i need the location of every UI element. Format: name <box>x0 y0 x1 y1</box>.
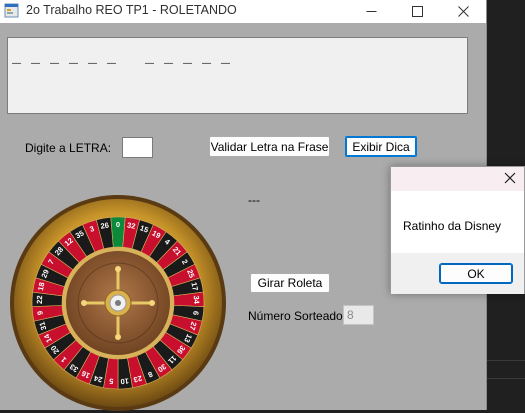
drawn-number-label: Número Sorteado: <box>248 309 347 323</box>
letter-input-label: Digite a LETRA: <box>25 141 112 155</box>
maximize-button[interactable] <box>394 0 440 23</box>
dialog-close-button[interactable] <box>504 171 516 188</box>
close-icon <box>504 172 516 184</box>
roulette-number: 32 <box>126 220 136 230</box>
dialog-footer: OK <box>391 253 524 294</box>
ok-button[interactable]: OK <box>439 263 513 284</box>
background-divider <box>486 360 525 361</box>
result-label: --- <box>248 193 260 207</box>
roulette-wheel: 0 32 15 19421225173462713361130823105241633… <box>10 195 226 411</box>
letter-input[interactable] <box>122 137 153 158</box>
roulette-number: 5 <box>109 377 114 386</box>
minimize-icon <box>366 11 376 12</box>
spin-wheel-button[interactable]: Girar Roleta <box>250 273 330 293</box>
minimize-button[interactable] <box>348 0 394 23</box>
show-hint-button[interactable]: Exibir Dica <box>345 136 417 157</box>
drawn-number-field: 8 <box>343 305 374 325</box>
roulette-number: 0 <box>116 220 120 229</box>
close-button[interactable] <box>440 0 486 23</box>
background-divider <box>486 378 525 379</box>
hidden-phrase: _ _ _ _ _ _ _ _ _ _ _ <box>12 50 231 67</box>
roulette-number: 34 <box>192 295 201 305</box>
roulette-number: 10 <box>120 376 129 386</box>
close-icon <box>457 6 469 17</box>
window-title: 2o Trabalho REO TP1 - ROLETANDO <box>26 3 237 17</box>
dialog-message: Ratinho da Disney <box>403 219 502 233</box>
hint-dialog: Ratinho da Disney OK <box>390 166 525 294</box>
dialog-title-bar <box>391 167 524 191</box>
phrase-display: _ _ _ _ _ _ _ _ _ _ _ <box>7 37 468 114</box>
validate-letter-button[interactable]: Validar Letra na Frase <box>209 136 330 157</box>
maximize-icon <box>411 6 423 17</box>
roulette-number: 22 <box>35 295 44 304</box>
app-icon <box>4 3 19 18</box>
roulette-number: 26 <box>100 220 110 230</box>
title-bar: 2o Trabalho REO TP1 - ROLETANDO <box>0 0 486 23</box>
